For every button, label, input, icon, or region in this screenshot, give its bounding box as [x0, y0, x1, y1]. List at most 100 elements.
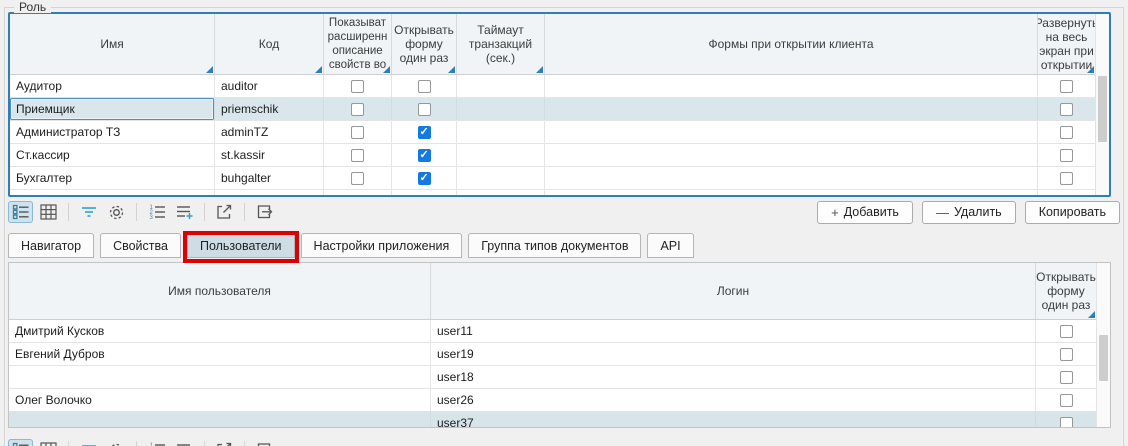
cell[interactable]: [324, 75, 392, 97]
cell[interactable]: [324, 144, 392, 166]
cell[interactable]: Евгений Дубров: [9, 343, 431, 365]
cell[interactable]: [457, 144, 545, 166]
checkbox[interactable]: [418, 149, 431, 162]
cell[interactable]: [1038, 190, 1095, 195]
cell[interactable]: Выйти: [545, 190, 1038, 195]
open-external-icon[interactable]: [212, 439, 237, 446]
filter-icon[interactable]: [76, 201, 101, 223]
checkbox[interactable]: [351, 80, 364, 93]
cell[interactable]: [1036, 366, 1096, 388]
table-row[interactable]: Ст.кассирst.kassir: [10, 144, 1095, 167]
column-header[interactable]: Таймаут транзакций (сек.): [457, 14, 545, 74]
cell[interactable]: Ст.кассир: [10, 144, 215, 166]
grid-view-icon[interactable]: [36, 201, 61, 223]
cell[interactable]: [457, 190, 545, 195]
cell[interactable]: Олег Волочко: [9, 389, 431, 411]
column-header[interactable]: Код: [215, 14, 324, 74]
open-external-icon[interactable]: [212, 201, 237, 223]
cell[interactable]: Администратор ТЗ: [10, 121, 215, 143]
table-row[interactable]: Зав.производствомzav.proizv Выйти: [10, 190, 1095, 195]
cell[interactable]: [457, 167, 545, 189]
column-header[interactable]: Логин: [431, 263, 1036, 319]
scrollbar-thumb[interactable]: [1099, 335, 1108, 381]
cell[interactable]: Бухгалтер: [10, 167, 215, 189]
checkbox[interactable]: [1060, 80, 1073, 93]
add-to-list-icon[interactable]: [172, 201, 197, 223]
tab-app-settings[interactable]: Настройки приложения: [301, 233, 463, 258]
cell[interactable]: [324, 121, 392, 143]
column-header[interactable]: Открывать форму один раз: [392, 14, 457, 74]
cell[interactable]: [1038, 75, 1095, 97]
cell[interactable]: [1038, 121, 1095, 143]
refresh-icon[interactable]: [252, 201, 277, 223]
settings-gear-icon[interactable]: [104, 439, 129, 446]
table-row[interactable]: Бухгалтерbuhgalter: [10, 167, 1095, 190]
checkbox[interactable]: [418, 103, 431, 116]
tab-users[interactable]: Пользователи: [187, 233, 295, 258]
cell[interactable]: [324, 98, 392, 120]
roles-table-scrollbar[interactable]: [1095, 14, 1109, 195]
cell[interactable]: adminTZ: [215, 121, 324, 143]
cell[interactable]: auditor: [215, 75, 324, 97]
cell[interactable]: [1038, 167, 1095, 189]
column-header[interactable]: Имя: [10, 14, 215, 74]
checkbox[interactable]: [418, 195, 431, 196]
cell[interactable]: Зав.производством: [10, 190, 215, 195]
list-view-icon[interactable]: [8, 201, 33, 223]
cell[interactable]: user37: [431, 412, 1036, 427]
table-row[interactable]: Аудиторauditor: [10, 75, 1095, 98]
column-header[interactable]: Развернуть на весь экран при открытии: [1038, 14, 1095, 74]
scrollbar-thumb[interactable]: [1098, 76, 1107, 142]
checkbox[interactable]: [351, 195, 364, 196]
table-row[interactable]: Приемщикpriemschik: [10, 98, 1095, 121]
cell[interactable]: priemschik: [215, 98, 324, 120]
cell[interactable]: [392, 144, 457, 166]
cell[interactable]: [457, 121, 545, 143]
checkbox[interactable]: [418, 80, 431, 93]
numbered-list-icon[interactable]: 123: [144, 439, 169, 446]
cell[interactable]: [1036, 389, 1096, 411]
cell[interactable]: [545, 144, 1038, 166]
cell[interactable]: [545, 121, 1038, 143]
table-row[interactable]: Администратор ТЗadminTZ: [10, 121, 1095, 144]
filter-icon[interactable]: [76, 439, 101, 446]
checkbox[interactable]: [1060, 371, 1073, 384]
cell[interactable]: [1036, 320, 1096, 342]
tab-doc-type-group[interactable]: Группа типов документов: [468, 233, 641, 258]
table-row[interactable]: Олег Волочкоuser26: [9, 389, 1096, 412]
checkbox[interactable]: [1060, 149, 1073, 162]
cell[interactable]: user19: [431, 343, 1036, 365]
cell[interactable]: [545, 98, 1038, 120]
cell[interactable]: [392, 167, 457, 189]
checkbox[interactable]: [418, 172, 431, 185]
table-row[interactable]: user18: [9, 366, 1096, 389]
checkbox[interactable]: [1060, 103, 1073, 116]
delete-button[interactable]: — Удалить: [922, 201, 1016, 224]
table-row[interactable]: user37: [9, 412, 1096, 427]
add-button[interactable]: + Добавить: [817, 201, 913, 224]
cell[interactable]: user26: [431, 389, 1036, 411]
refresh-icon[interactable]: [252, 439, 277, 446]
cell[interactable]: [1038, 98, 1095, 120]
cell[interactable]: Аудитор: [10, 75, 215, 97]
checkbox[interactable]: [1060, 394, 1073, 407]
cell[interactable]: zav.proizv: [215, 190, 324, 195]
cell[interactable]: [392, 75, 457, 97]
tab-navigator[interactable]: Навигатор: [8, 233, 94, 258]
cell[interactable]: [324, 167, 392, 189]
column-header[interactable]: Имя пользователя: [9, 263, 431, 319]
cell[interactable]: user11: [431, 320, 1036, 342]
table-row[interactable]: Евгений Дубровuser19: [9, 343, 1096, 366]
cell[interactable]: buhgalter: [215, 167, 324, 189]
column-header[interactable]: Показыват расширенн описание свойств во: [324, 14, 392, 74]
table-row[interactable]: Дмитрий Кусковuser11: [9, 320, 1096, 343]
cell[interactable]: [457, 75, 545, 97]
add-to-list-icon[interactable]: [172, 439, 197, 446]
cell[interactable]: [392, 98, 457, 120]
cell[interactable]: [545, 167, 1038, 189]
checkbox[interactable]: [1060, 172, 1073, 185]
cell[interactable]: [457, 98, 545, 120]
checkbox[interactable]: [1060, 126, 1073, 139]
cell[interactable]: [9, 366, 431, 388]
cell[interactable]: [1036, 412, 1096, 427]
